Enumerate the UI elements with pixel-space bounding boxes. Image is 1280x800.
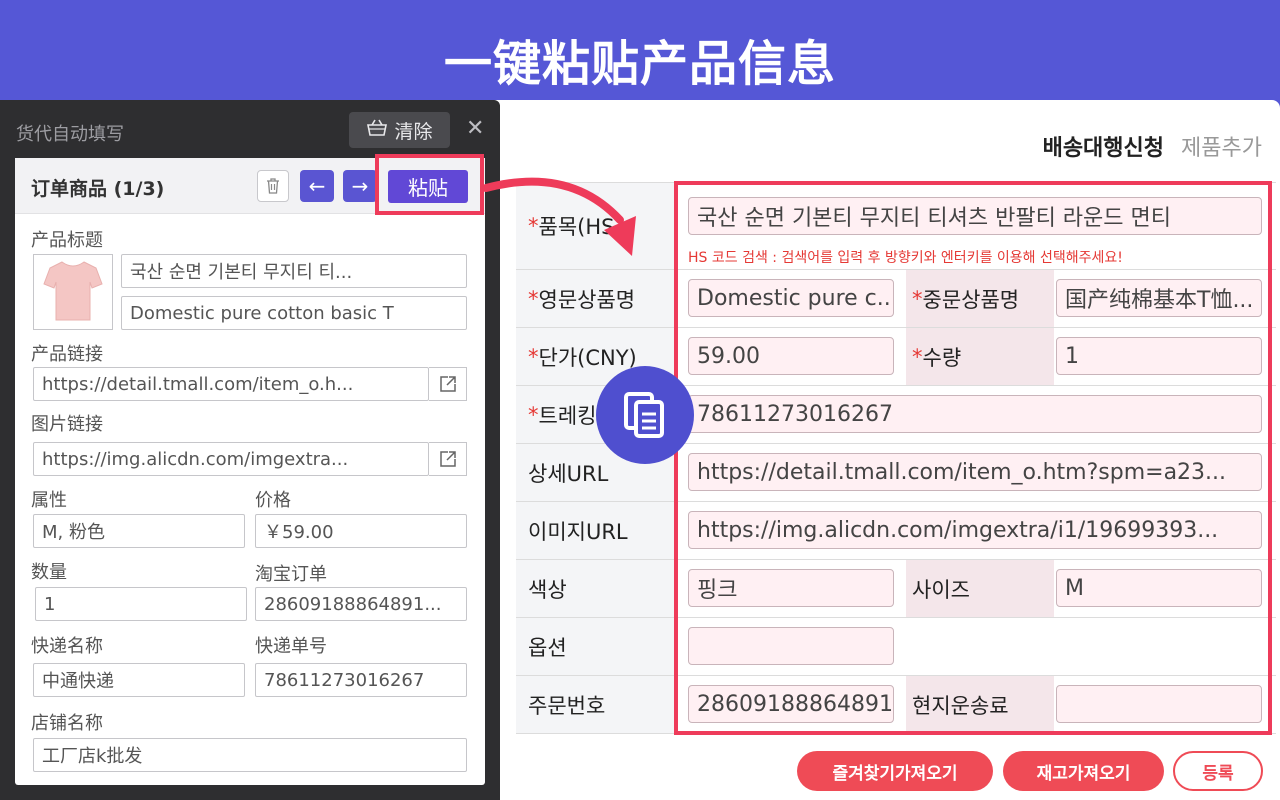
tab-shipping-request[interactable]: 배송대행신청 — [1043, 136, 1164, 161]
courier-input[interactable]: 中通快递 — [33, 663, 245, 697]
arrow-left-icon[interactable]: ← — [300, 170, 334, 202]
trash-icon[interactable] — [257, 170, 289, 202]
label-cn-name: * 중문상품명 — [906, 270, 1054, 327]
local-shipping-input[interactable] — [1056, 685, 1262, 723]
tracking-input[interactable]: 78611273016267 — [255, 663, 467, 697]
taobao-order-label: 淘宝订单 — [255, 564, 327, 585]
label-option: 옵션 — [516, 618, 674, 675]
external-link-icon[interactable] — [429, 367, 467, 401]
price-label: 价格 — [255, 490, 291, 511]
color-input[interactable]: 핑크 — [688, 569, 894, 607]
image-url-input[interactable]: https://img.alicdn.com/imgextra/i1/19699… — [688, 511, 1262, 549]
row-option: 옵션 — [516, 618, 1276, 676]
close-icon[interactable]: ✕ — [466, 116, 484, 141]
arrow-right-icon[interactable]: → — [343, 170, 377, 202]
label-en-name: * 영문상품명 — [516, 270, 674, 327]
tracking-input[interactable]: 78611273016267 — [688, 395, 1262, 433]
courier-label: 快递名称 — [31, 636, 103, 657]
favorites-button[interactable]: 즐겨찾기가져오기 — [797, 751, 993, 791]
order-item-card: 订单商品 (1/3) ← → 粘贴 产品标题 국산 순면 기본티 무지티 티..… — [15, 154, 485, 785]
card-title: 订单商品 (1/3) — [31, 178, 165, 200]
product-thumbnail — [33, 254, 113, 330]
product-title-label: 产品标题 — [31, 230, 103, 251]
en-name-input[interactable]: Domestic pure c... — [688, 279, 894, 317]
qty-input[interactable]: 1 — [1056, 337, 1262, 375]
label-image-url: 이미지URL — [516, 502, 674, 559]
extension-panel: 货代自动填写 清除 ✕ 订单商品 (1/3) ← → 粘贴 产品标题 국산 순면… — [0, 100, 500, 800]
row-names: * 영문상품명 Domestic pure c... * 중문상품명 国产纯棉基本T… — [516, 270, 1276, 328]
image-link-label: 图片链接 — [31, 414, 103, 435]
shop-label: 店铺名称 — [31, 713, 103, 734]
basket-icon — [366, 119, 388, 142]
qty-input[interactable]: 1 — [35, 587, 247, 621]
card-header: 订单商品 (1/3) ← → 粘贴 — [15, 154, 485, 215]
label-qty: * 수량 — [906, 328, 1054, 385]
attr-label: 属性 — [31, 490, 67, 511]
label-color: 색상 — [516, 560, 674, 617]
product-link-input[interactable]: https://detail.tmall.com/item_o.h... — [33, 367, 429, 401]
taobao-order-input[interactable]: 28609188864891... — [255, 587, 467, 621]
register-button[interactable]: 등록 — [1173, 751, 1263, 791]
price-input[interactable]: ￥59.00 — [255, 514, 467, 548]
clear-button[interactable]: 清除 — [349, 112, 450, 148]
paste-highlight-frame — [375, 154, 484, 215]
row-image-url: 이미지URL https://img.alicdn.com/imgextra/i… — [516, 502, 1276, 560]
order-no-input[interactable]: 28609188864891 — [688, 685, 894, 723]
product-link-label: 产品链接 — [31, 344, 103, 365]
tshirt-icon — [42, 258, 104, 326]
item-input[interactable]: 국산 순면 기본티 무지티 티셔츠 반팔티 라운드 면티 — [688, 197, 1262, 235]
row-order: 주문번호 28609188864891 현지운송료 — [516, 676, 1276, 734]
tracking-label: 快递单号 — [255, 636, 327, 657]
clear-label: 清除 — [394, 120, 433, 143]
paste-clipboard-icon — [596, 366, 694, 464]
size-input[interactable]: M — [1056, 569, 1262, 607]
cn-name-input[interactable]: 国产纯棉基本T恤... — [1056, 279, 1262, 317]
form-tabs: 배송대행신청 제품추가 — [1043, 130, 1262, 162]
label-size: 사이즈 — [906, 560, 1054, 617]
stock-button[interactable]: 재고가져오기 — [1003, 751, 1164, 791]
product-title-cn-input[interactable]: 국산 순면 기본티 무지티 티... — [121, 254, 467, 288]
row-color-size: 색상 핑크 사이즈 M — [516, 560, 1276, 618]
label-order-no: 주문번호 — [516, 676, 674, 733]
banner-title: 一键粘贴产品信息 — [443, 36, 836, 92]
qty-label: 数量 — [31, 562, 67, 583]
price-input[interactable]: 59.00 — [688, 337, 894, 375]
extension-title: 货代自动填写 — [16, 124, 124, 145]
tab-add-product[interactable]: 제품추가 — [1181, 136, 1262, 161]
attr-input[interactable]: M, 粉色 — [33, 514, 245, 548]
product-title-en-input[interactable]: Domestic pure cotton basic T — [121, 296, 467, 330]
image-link-input[interactable]: https://img.alicdn.com/imgextra... — [33, 442, 429, 476]
external-link-icon[interactable] — [429, 442, 467, 476]
hs-hint: HS 코드 검색 : 검색어를 입력 후 방향키와 엔터키를 이용해 선택해주세… — [688, 250, 1123, 266]
label-local-shipping: 현지운송료 — [906, 676, 1054, 733]
detail-url-input[interactable]: https://detail.tmall.com/item_o.htm?spm=… — [688, 453, 1262, 491]
curved-arrow-icon — [482, 177, 636, 256]
shop-input[interactable]: 工厂店k批发 — [33, 738, 467, 772]
option-input[interactable] — [688, 627, 894, 665]
